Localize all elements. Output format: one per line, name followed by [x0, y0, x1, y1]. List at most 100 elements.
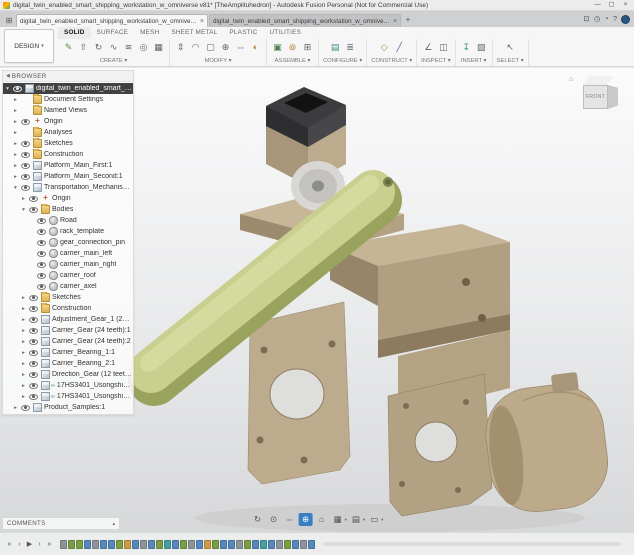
visibility-eye-icon[interactable] — [29, 328, 38, 334]
timeline-feature-icon[interactable] — [276, 540, 283, 549]
visibility-eye-icon[interactable] — [37, 262, 46, 268]
tree-item-direction-gear-12-teeth-1[interactable]: ▸Direction_Gear (12 teeth):1 — [3, 369, 133, 380]
tree-item-construction[interactable]: ▸Construction — [3, 303, 133, 314]
tree-item-carrier-axel[interactable]: carrier_axel — [3, 281, 133, 292]
visibility-eye-icon[interactable] — [37, 251, 46, 257]
tab-close-icon[interactable]: × — [393, 18, 397, 25]
timeline-feature-icon[interactable] — [260, 540, 267, 549]
toolbar-group-label[interactable]: CONFIGURE ▾ — [323, 58, 362, 65]
tree-item-gear-connection-pin[interactable]: gear_connection_pin — [3, 237, 133, 248]
timeline-feature-icon[interactable] — [252, 540, 259, 549]
insert-derive-icon[interactable]: ↧ — [460, 40, 473, 54]
body-carrier-plate-right[interactable] — [388, 374, 492, 516]
timeline-feature-icon[interactable] — [164, 540, 171, 549]
expand-arrow-icon[interactable]: ▸ — [20, 196, 27, 202]
visibility-eye-icon[interactable] — [29, 383, 38, 389]
visibility-eye-icon[interactable] — [37, 273, 46, 279]
tree-item-carrier-bearing-2-1[interactable]: ▸Carrier_Bearing_2:1 — [3, 358, 133, 369]
comments-bar[interactable]: COMMENTS ▴ — [2, 517, 120, 530]
visibility-eye-icon[interactable] — [29, 295, 38, 301]
visibility-eye-icon[interactable] — [29, 350, 38, 356]
ribbon-tab-utilities[interactable]: UTILITIES — [263, 27, 307, 39]
visibility-eye-icon[interactable] — [29, 196, 38, 202]
chevron-down-icon[interactable]: ▾ — [345, 517, 347, 523]
visibility-eye-icon[interactable] — [29, 207, 38, 213]
select-icon[interactable]: ↖ — [504, 40, 517, 54]
tree-item-origin[interactable]: ▸Origin — [3, 193, 133, 204]
display-settings-icon[interactable]: ▦ — [331, 513, 345, 526]
timeline-feature-icon[interactable] — [244, 540, 251, 549]
timeline-feature-icon[interactable] — [140, 540, 147, 549]
user-avatar-button[interactable] — [621, 15, 630, 24]
timeline-feature-icon[interactable] — [204, 540, 211, 549]
construction-axis-icon[interactable]: ╱ — [393, 40, 406, 54]
expand-arrow-icon[interactable]: ▸ — [20, 295, 27, 301]
timeline-feature-icon[interactable] — [76, 540, 83, 549]
visibility-eye-icon[interactable] — [29, 372, 38, 378]
tree-item-construction[interactable]: ▸Construction — [3, 149, 133, 160]
toolbar-group-label[interactable]: SELECT ▾ — [497, 58, 524, 65]
hole-icon[interactable]: ◎ — [137, 40, 150, 54]
joint-icon[interactable]: ⊚ — [286, 40, 299, 54]
job-status-icon[interactable]: ◷ — [594, 11, 601, 27]
timeline-feature-icon[interactable] — [212, 540, 219, 549]
viewport[interactable]: ⌂ FRONT ◀ BROWSER ▾digital_twin_enabled_… — [0, 68, 634, 532]
timeline-feature-icon[interactable] — [220, 540, 227, 549]
timeline-feature-icon[interactable] — [292, 540, 299, 549]
expand-arrow-icon[interactable]: ▸ — [12, 174, 19, 180]
collapse-panel-icon[interactable]: ◀ — [6, 73, 10, 79]
tab-close-icon[interactable]: × — [200, 18, 204, 25]
create-sketch-icon[interactable]: ✎ — [62, 40, 75, 54]
body-drive-wheel[interactable] — [479, 369, 612, 516]
home-view-icon[interactable]: ⌂ — [569, 76, 573, 83]
expand-arrow-icon[interactable]: ▾ — [20, 207, 27, 213]
timeline-feature-icon[interactable] — [308, 540, 315, 549]
document-tab[interactable]: digital_twin_enabled_smart_shipping_work… — [209, 14, 401, 27]
go-to-start-icon[interactable]: « — [5, 541, 14, 548]
tree-item-adjustment-gear-1-24-teeth-1[interactable]: ▸Adjustment_Gear_1 (24 teeth):1 — [3, 314, 133, 325]
extensions-icon[interactable]: ⊡ — [583, 11, 589, 27]
expand-arrow-icon[interactable]: ▸ — [12, 130, 19, 136]
visibility-eye-icon[interactable] — [21, 119, 30, 125]
comments-expand-icon[interactable]: ▴ — [112, 521, 115, 527]
help-icon[interactable]: ? — [613, 11, 617, 27]
viewports-icon[interactable]: ▭ — [367, 513, 381, 526]
expand-arrow-icon[interactable]: ▸ — [12, 405, 19, 411]
visibility-eye-icon[interactable] — [21, 405, 30, 411]
tree-item-road[interactable]: Road — [3, 215, 133, 226]
variant-table-icon[interactable]: ≣ — [344, 40, 357, 54]
tree-item-origin[interactable]: ▸Origin — [3, 116, 133, 127]
tree-item-bodies[interactable]: ▾Bodies — [3, 204, 133, 215]
fillet-icon[interactable]: ◠ — [189, 40, 202, 54]
expand-arrow-icon[interactable]: ▸ — [20, 317, 27, 323]
expand-arrow-icon[interactable]: ▸ — [12, 119, 19, 125]
timeline-feature-icon[interactable] — [300, 540, 307, 549]
fit-icon[interactable]: ⌂ — [315, 513, 329, 526]
visibility-eye-icon[interactable] — [29, 339, 38, 345]
pan-icon[interactable]: ⇔ — [283, 513, 297, 526]
expand-arrow-icon[interactable]: ▾ — [12, 185, 19, 191]
chevron-down-icon[interactable]: ▾ — [363, 517, 365, 523]
toolbar-group-label[interactable]: ASSEMBLE ▾ — [271, 58, 314, 65]
section-analysis-icon[interactable]: ◫ — [437, 40, 450, 54]
sweep-icon[interactable]: ∿ — [107, 40, 120, 54]
timeline-feature-icon[interactable] — [124, 540, 131, 549]
ribbon-tab-surface[interactable]: SURFACE — [91, 27, 135, 39]
visibility-eye-icon[interactable] — [37, 284, 46, 290]
tree-item-product-samples-1[interactable]: ▸Product_Samples:1 — [3, 402, 133, 413]
timeline-feature-icon[interactable] — [68, 540, 75, 549]
visibility-eye-icon[interactable] — [37, 240, 46, 246]
combine-icon[interactable]: ⊕ — [219, 40, 232, 54]
timeline-feature-icon[interactable] — [228, 540, 235, 549]
new-tab-button[interactable]: + — [402, 14, 414, 27]
rigid-group-icon[interactable]: ⊞ — [301, 40, 314, 54]
toolbar-group-label[interactable]: CONSTRUCT ▾ — [371, 58, 412, 65]
shell-icon[interactable]: ▢ — [204, 40, 217, 54]
ribbon-tab-sheet-metal[interactable]: SHEET METAL — [165, 27, 223, 39]
pattern-icon[interactable]: ▦ — [152, 40, 165, 54]
measure-icon[interactable]: ∠ — [422, 40, 435, 54]
tree-item-carrier-roof[interactable]: carrier_roof — [3, 270, 133, 281]
tree-item-analyses[interactable]: ▸Analyses — [3, 127, 133, 138]
tree-item-17hs3401-usongshine-x[interactable]: ▸∞17HS3401_Usongshine x... — [3, 391, 133, 402]
tree-item-carrier-main-right[interactable]: carrier_main_right — [3, 259, 133, 270]
